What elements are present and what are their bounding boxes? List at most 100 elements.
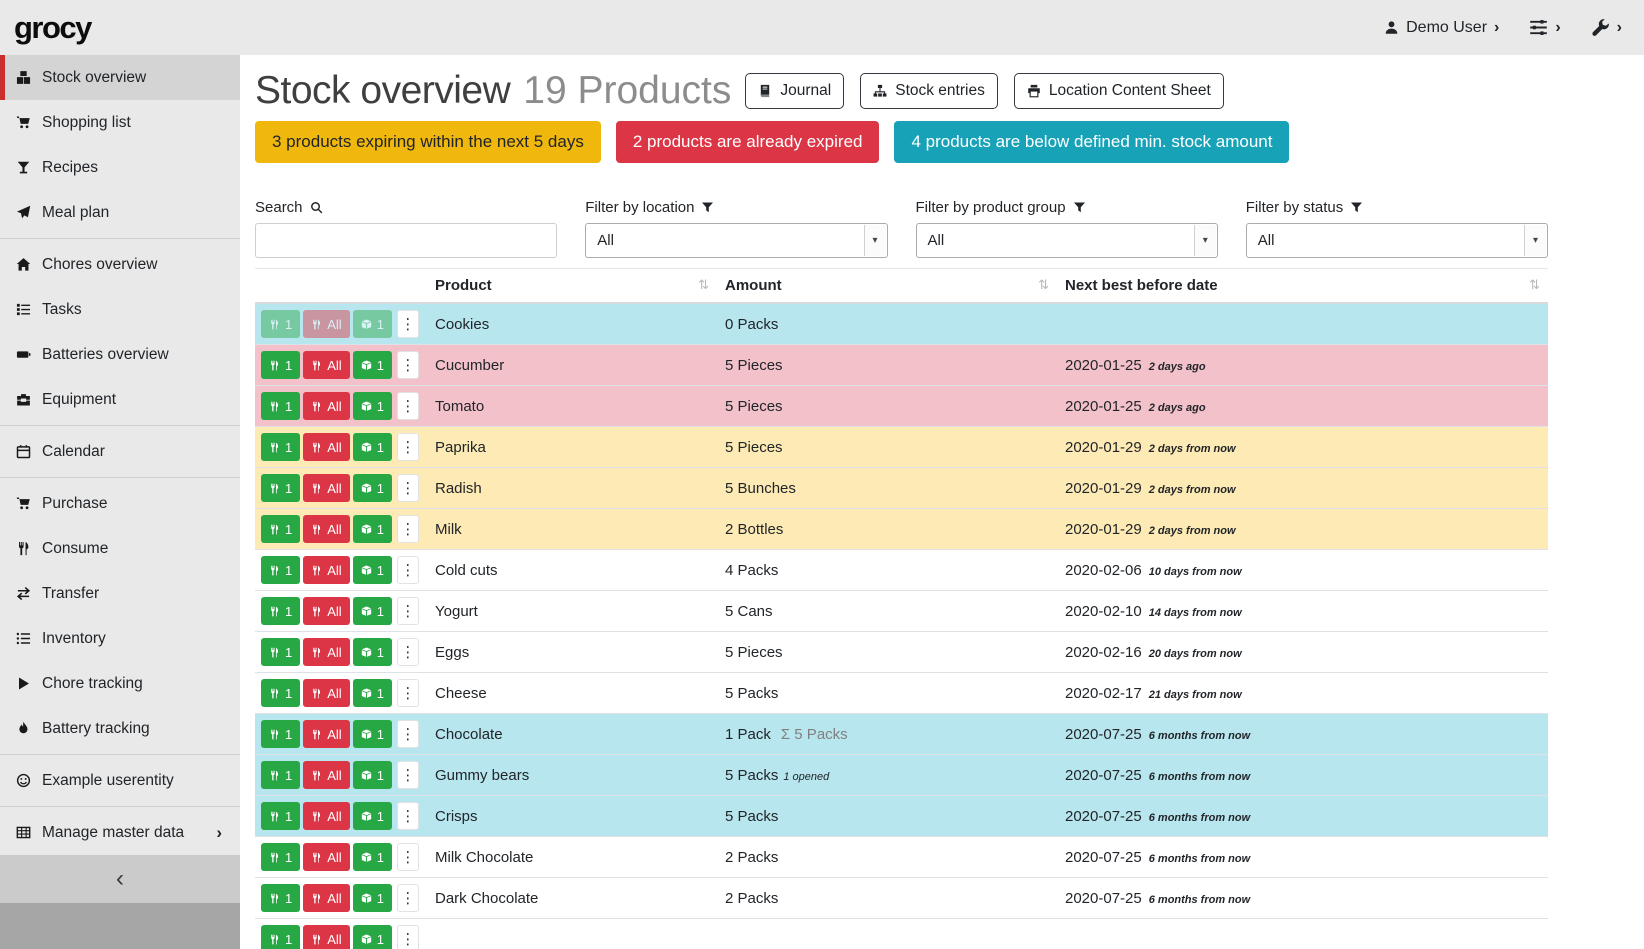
consume-one-button[interactable]: 1 — [261, 761, 300, 789]
sort-icon[interactable]: ⇅ — [1529, 277, 1540, 293]
open-one-button[interactable]: 1 — [353, 802, 392, 830]
location-select[interactable]: All ▾ — [585, 223, 887, 258]
consume-one-button[interactable]: 1 — [261, 515, 300, 543]
open-one-button[interactable]: 1 — [353, 884, 392, 912]
consume-all-button[interactable]: All — [303, 310, 349, 338]
sidebar-item-transfer[interactable]: Transfer — [0, 571, 240, 616]
column-header-next-best-before-date[interactable]: Next best before date⇅ — [1057, 269, 1548, 304]
sidebar-item-meal-plan[interactable]: Meal plan — [0, 190, 240, 235]
alert-below-min-stock[interactable]: 4 products are below defined min. stock … — [894, 121, 1289, 163]
alert-already-expired[interactable]: 2 products are already expired — [616, 121, 880, 163]
open-one-button[interactable]: 1 — [353, 720, 392, 748]
consume-all-button[interactable]: All — [303, 433, 349, 461]
app-logo[interactable]: grocy — [14, 10, 91, 46]
consume-all-button[interactable]: All — [303, 474, 349, 502]
consume-one-button[interactable]: 1 — [261, 392, 300, 420]
row-menu-button[interactable]: ⋮ — [397, 474, 419, 502]
search-input[interactable] — [255, 223, 557, 258]
user-menu[interactable]: Demo User › — [1384, 19, 1499, 37]
stock-entries-button[interactable]: Stock entries — [860, 73, 998, 109]
settings-menu[interactable]: › — [1529, 18, 1560, 37]
consume-one-button[interactable]: 1 — [261, 433, 300, 461]
sidebar-item-batteries-overview[interactable]: Batteries overview — [0, 332, 240, 377]
consume-one-button[interactable]: 1 — [261, 556, 300, 584]
consume-all-button[interactable]: All — [303, 884, 349, 912]
sidebar-item-consume[interactable]: Consume — [0, 526, 240, 571]
consume-one-button[interactable]: 1 — [261, 351, 300, 379]
sidebar-item-stock-overview[interactable]: Stock overview — [0, 55, 240, 100]
sort-icon[interactable]: ⇅ — [698, 277, 709, 293]
consume-all-button[interactable]: All — [303, 802, 349, 830]
consume-one-button[interactable]: 1 — [261, 884, 300, 912]
consume-one-button[interactable]: 1 — [261, 474, 300, 502]
open-one-button[interactable]: 1 — [353, 556, 392, 584]
consume-one-button[interactable]: 1 — [261, 679, 300, 707]
sidebar-item-tasks[interactable]: Tasks — [0, 287, 240, 332]
sidebar-item-purchase[interactable]: Purchase — [0, 481, 240, 526]
journal-button[interactable]: Journal — [745, 73, 844, 109]
open-one-button[interactable]: 1 — [353, 392, 392, 420]
consume-all-button[interactable]: All — [303, 597, 349, 625]
sidebar-item-recipes[interactable]: Recipes — [0, 145, 240, 190]
admin-menu[interactable]: › — [1591, 18, 1622, 37]
open-one-button[interactable]: 1 — [353, 433, 392, 461]
consume-all-button[interactable]: All — [303, 720, 349, 748]
consume-one-button[interactable]: 1 — [261, 310, 300, 338]
open-one-button[interactable]: 1 — [353, 638, 392, 666]
consume-one-button[interactable]: 1 — [261, 925, 300, 949]
location-content-sheet-button[interactable]: Location Content Sheet — [1014, 73, 1224, 109]
sidebar-item-example-userentity[interactable]: Example userentity — [0, 758, 240, 803]
row-menu-button[interactable]: ⋮ — [397, 638, 419, 666]
product-group-select[interactable]: All ▾ — [916, 223, 1218, 258]
open-one-button[interactable]: 1 — [353, 679, 392, 707]
row-menu-button[interactable]: ⋮ — [397, 925, 419, 949]
alert-expiring-soon[interactable]: 3 products expiring within the next 5 da… — [255, 121, 601, 163]
row-menu-button[interactable]: ⋮ — [397, 392, 419, 420]
row-menu-button[interactable]: ⋮ — [397, 802, 419, 830]
row-menu-button[interactable]: ⋮ — [397, 310, 419, 338]
open-one-button[interactable]: 1 — [353, 843, 392, 871]
consume-all-button[interactable]: All — [303, 392, 349, 420]
consume-all-button[interactable]: All — [303, 515, 349, 543]
sort-icon[interactable]: ⇅ — [1038, 277, 1049, 293]
open-one-button[interactable]: 1 — [353, 925, 392, 949]
row-menu-button[interactable]: ⋮ — [397, 720, 419, 748]
open-one-button[interactable]: 1 — [353, 597, 392, 625]
consume-one-button[interactable]: 1 — [261, 638, 300, 666]
sidebar-item-battery-tracking[interactable]: Battery tracking — [0, 706, 240, 751]
open-one-button[interactable]: 1 — [353, 761, 392, 789]
row-menu-button[interactable]: ⋮ — [397, 556, 419, 584]
column-header-product[interactable]: Product⇅ — [427, 269, 717, 304]
consume-one-button[interactable]: 1 — [261, 802, 300, 830]
sidebar-item-inventory[interactable]: Inventory — [0, 616, 240, 661]
consume-all-button[interactable]: All — [303, 925, 349, 949]
open-one-button[interactable]: 1 — [353, 515, 392, 543]
consume-all-button[interactable]: All — [303, 638, 349, 666]
row-menu-button[interactable]: ⋮ — [397, 679, 419, 707]
consume-all-button[interactable]: All — [303, 843, 349, 871]
row-menu-button[interactable]: ⋮ — [397, 351, 419, 379]
consume-one-button[interactable]: 1 — [261, 720, 300, 748]
consume-all-button[interactable]: All — [303, 761, 349, 789]
row-menu-button[interactable]: ⋮ — [397, 597, 419, 625]
sidebar-collapse-button[interactable]: ‹ — [0, 855, 240, 903]
open-one-button[interactable]: 1 — [353, 351, 392, 379]
consume-one-button[interactable]: 1 — [261, 843, 300, 871]
sidebar-item-calendar[interactable]: Calendar — [0, 429, 240, 474]
status-select[interactable]: All ▾ — [1246, 223, 1548, 258]
consume-all-button[interactable]: All — [303, 351, 349, 379]
sidebar-item-shopping-list[interactable]: Shopping list — [0, 100, 240, 145]
column-header-amount[interactable]: Amount⇅ — [717, 269, 1057, 304]
row-menu-button[interactable]: ⋮ — [397, 515, 419, 543]
consume-one-button[interactable]: 1 — [261, 597, 300, 625]
row-menu-button[interactable]: ⋮ — [397, 843, 419, 871]
sidebar-item-chores-overview[interactable]: Chores overview — [0, 242, 240, 287]
row-menu-button[interactable]: ⋮ — [397, 761, 419, 789]
consume-all-button[interactable]: All — [303, 556, 349, 584]
open-one-button[interactable]: 1 — [353, 474, 392, 502]
row-menu-button[interactable]: ⋮ — [397, 433, 419, 461]
sidebar-item-manage-master-data[interactable]: Manage master data› — [0, 810, 240, 855]
consume-all-button[interactable]: All — [303, 679, 349, 707]
sidebar-item-chore-tracking[interactable]: Chore tracking — [0, 661, 240, 706]
open-one-button[interactable]: 1 — [353, 310, 392, 338]
